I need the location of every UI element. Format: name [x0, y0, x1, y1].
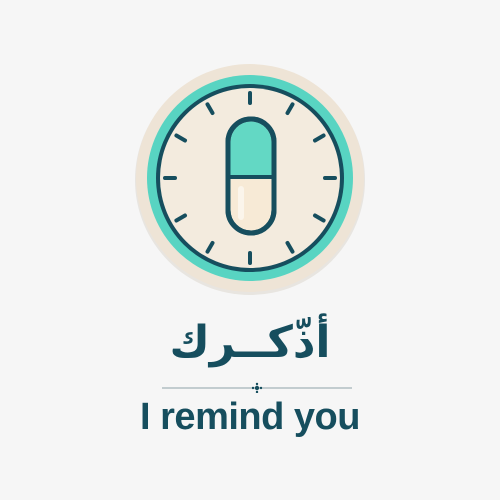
pill-top-half	[230, 121, 272, 176]
divider-ornament	[162, 382, 352, 393]
pill-highlight	[238, 186, 244, 220]
tagline: I remind you	[140, 396, 360, 438]
app-name-arabic: أذّكــرك	[169, 317, 331, 368]
pill-icon	[225, 116, 277, 236]
app-logo-page: أذّكــرك I remind you	[0, 0, 500, 500]
pill-clock-logo	[135, 64, 365, 295]
